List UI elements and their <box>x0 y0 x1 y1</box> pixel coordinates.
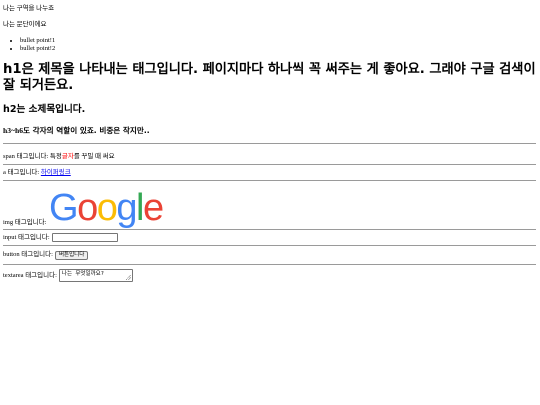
a-row: a 태그입니다: 하이퍼링크 <box>3 165 537 180</box>
img-row: img 태그입니다: Google <box>3 181 537 229</box>
heading-h3-lead: h3~h6 <box>3 126 23 135</box>
page: 나는 구역을 나누죠 나는 문단이에요 bullet point!1 bulle… <box>0 0 540 286</box>
section-div: 나는 구역을 나누죠 <box>3 5 55 12</box>
heading-h3: h3~h6도 각자의 역할이 있죠. 비중은 작지만.. <box>3 126 537 136</box>
divider <box>3 143 536 144</box>
paragraph: 나는 문단이에요 <box>3 21 47 28</box>
google-logo-letter: e <box>143 189 163 229</box>
textarea-value: 나는 무엇일까요? <box>61 271 104 277</box>
button-row: button 태그입니다: 버튼입니다 <box>3 246 537 264</box>
google-logo-letter: g <box>117 189 137 229</box>
list-item: bullet point!1 <box>20 37 537 45</box>
google-logo-letter: l <box>136 189 143 229</box>
img-row-label: img 태그입니다: <box>3 219 47 227</box>
heading-h1: h1은 제목을 나타내는 태그입니다. 페이지마다 하나씩 꼭 써주는 게 좋아… <box>3 62 536 93</box>
button-row-label: button 태그입니다: <box>3 251 53 259</box>
heading-h2: h2는 소제목입니다. <box>3 104 86 115</box>
bullet-list: bullet point!1 bullet point!2 <box>3 37 537 53</box>
list-item: bullet point!2 <box>20 45 537 53</box>
google-logo-letter: G <box>49 189 77 229</box>
span-row-after: 를 꾸밀 때 써요 <box>73 153 115 161</box>
input-row: input 태그입니다: <box>3 230 537 245</box>
input-row-label: input 태그입니다: <box>3 233 50 241</box>
google-logo-letter: o <box>78 189 98 229</box>
span-row: span 태그입니다: 특정 글자 를 꾸밀 때 써요 <box>3 150 537 164</box>
demo-button[interactable]: 버튼입니다 <box>54 250 89 260</box>
heading-h3-rest: 도 각자의 역할이 있죠. 비중은 작지만.. <box>23 126 150 135</box>
span-row-before: span 태그입니다: 특정 <box>3 153 62 161</box>
google-logo-text: Google <box>49 189 163 229</box>
google-logo-letter: o <box>97 189 117 229</box>
a-row-label: a 태그입니다: <box>3 168 40 176</box>
google-logo-svg: Google <box>49 189 164 229</box>
text-input[interactable] <box>51 233 118 242</box>
resize-grip-icon[interactable] <box>125 275 131 280</box>
google-logo-image: Google <box>48 189 164 229</box>
textarea-field[interactable]: 나는 무엇일까요? <box>58 269 133 282</box>
span-highlight: 글자 <box>61 153 74 161</box>
hyperlink[interactable]: 하이퍼링크 <box>41 169 71 177</box>
textarea-row-label: textarea 태그입니다: <box>3 271 57 279</box>
textarea-row: textarea 태그입니다: 나는 무엇일까요? <box>3 265 537 286</box>
